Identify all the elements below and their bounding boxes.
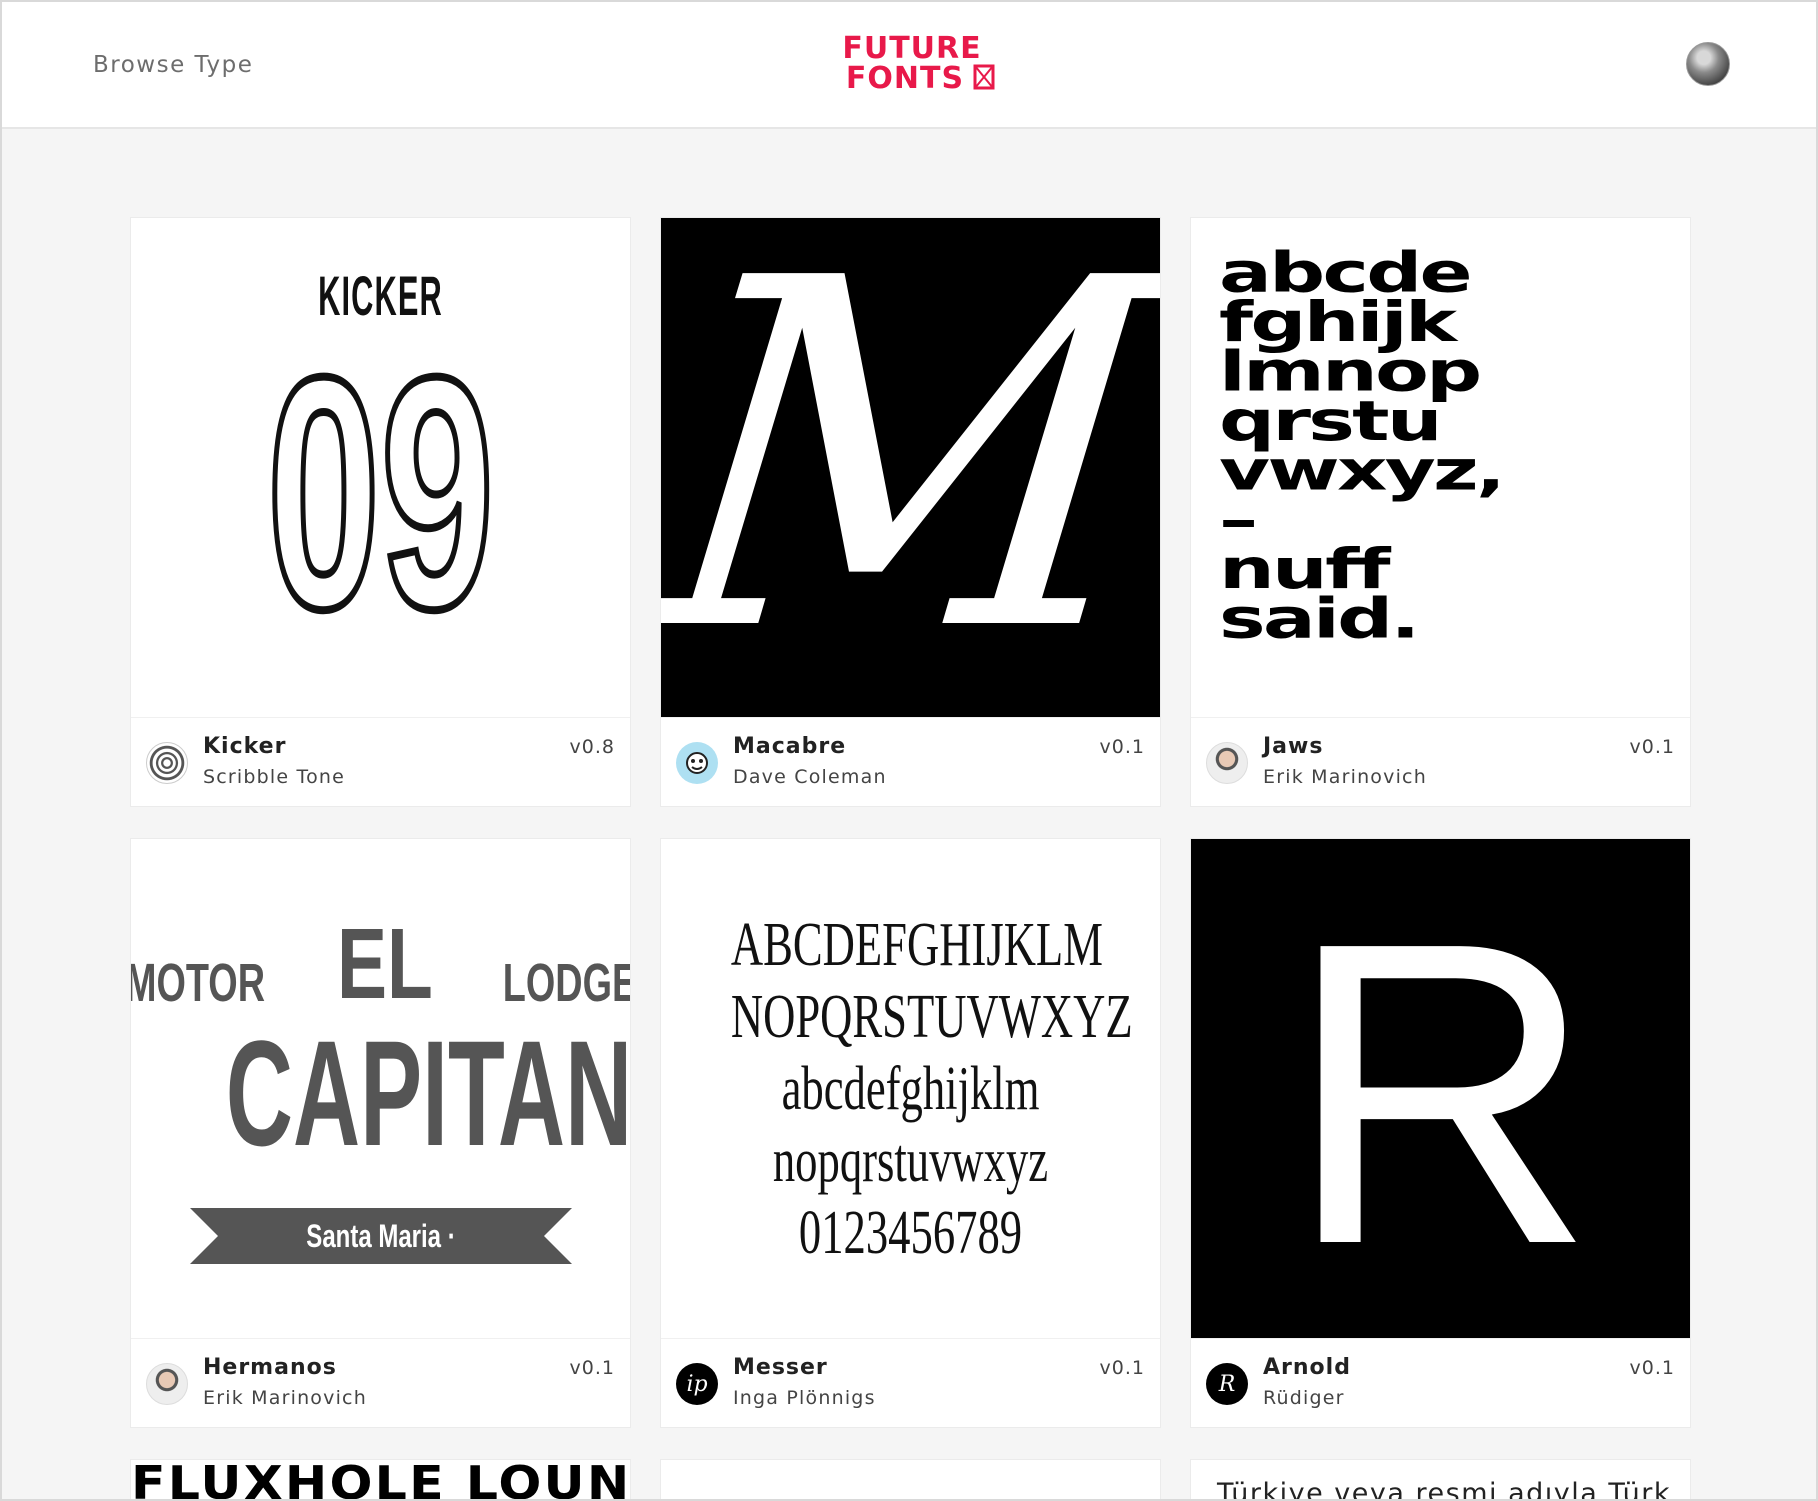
font-name: Kicker [203, 734, 287, 759]
font-preview: FLUXHOLE LOUNGE [131, 1460, 630, 1501]
font-preview: M [661, 218, 1160, 717]
version-label: v0.1 [1099, 1357, 1145, 1379]
author-avatar [676, 742, 718, 784]
font-grid: KICKER 09 Kicker Scribble Tone v0.8 M Ma… [130, 217, 1691, 1501]
font-name: Jaws [1263, 734, 1324, 759]
preview-word-lodge: LODGE [503, 952, 630, 1013]
author-name: Erik Marinovich [1263, 766, 1427, 788]
font-preview [661, 1460, 1160, 1499]
font-preview: abcde fghijk lmnop qrstu vwxyz, – nuff s… [1191, 218, 1690, 717]
preview-glyphs: FLUXHOLE LOUNGE [131, 1460, 630, 1501]
font-preview: Türkiye veya resmi adıyla Türk [1191, 1460, 1690, 1501]
font-name: Arnold [1263, 1355, 1351, 1380]
card-meta: Kicker Scribble Tone v0.8 [131, 717, 630, 806]
font-card-arnold[interactable]: R R Arnold Rüdiger v0.1 [1190, 838, 1691, 1428]
smiley-icon [686, 752, 708, 774]
preview-line: abcdefghijklm [781, 1054, 1040, 1123]
preview-line: ABCDEFGHIJKLM [730, 910, 1103, 979]
author-name: Inga Plönnigs [733, 1387, 876, 1409]
ribbon-text: Santa Maria · California [305, 1217, 456, 1310]
preview-ribbon: Santa Maria · California [189, 1207, 572, 1310]
future-fonts-logo[interactable]: FUTURE FONTS [827, 30, 997, 92]
author-avatar: ip [676, 1363, 718, 1405]
preview-glyphs: Türkiye veya resmi adıyla Türk [1217, 1478, 1672, 1501]
font-preview: KICKER 09 [131, 218, 630, 717]
card-meta: R Arnold Rüdiger v0.1 [1191, 1338, 1690, 1427]
preview-glyphs: ABCDEFGHIJKLM NOPQRSTUVWXYZ abcdefghijkl… [661, 909, 1160, 1269]
author-avatar [1206, 742, 1248, 784]
font-name: Macabre [733, 734, 847, 759]
author-name: Erik Marinovich [203, 1387, 367, 1409]
author-name: Rüdiger [1263, 1387, 1345, 1409]
version-label: v0.8 [569, 736, 615, 758]
font-card-partial[interactable]: FLUXHOLE LOUNGE [130, 1459, 631, 1501]
card-meta: Macabre Dave Coleman v0.1 [661, 717, 1160, 806]
font-card-jaws[interactable]: abcde fghijk lmnop qrstu vwxyz, – nuff s… [1190, 217, 1691, 807]
font-card-partial[interactable]: Türkiye veya resmi adıyla Türk [1190, 1459, 1691, 1501]
preview-glyphs: 09 [264, 308, 497, 677]
author-avatar: R [1206, 1363, 1248, 1405]
preview-glyphs: MOTOR EL LODGE CAPITAN Santa Maria · Cal… [131, 907, 630, 1310]
author-avatar [146, 742, 188, 784]
preview-line: NOPQRSTUVWXYZ [730, 982, 1133, 1051]
author-name: Scribble Tone [203, 766, 346, 788]
preview-glyphs: R [1285, 853, 1596, 1334]
font-card-partial[interactable] [660, 1459, 1161, 1499]
browse-type-link[interactable]: Browse Type [93, 52, 253, 78]
preview-word-motor: MOTOR [131, 952, 265, 1013]
preview-glyphs: abcde fghijk lmnop qrstu vwxyz, – nuff s… [1219, 240, 1506, 651]
version-label: v0.1 [1629, 1357, 1675, 1379]
preview-word-el: EL [336, 907, 433, 1020]
font-preview: R [1191, 839, 1690, 1338]
font-card-hermanos[interactable]: MOTOR EL LODGE CAPITAN Santa Maria · Cal… [130, 838, 631, 1428]
preview-word-capitan: CAPITAN [225, 1008, 630, 1177]
author-avatar [146, 1363, 188, 1405]
version-label: v0.1 [1099, 736, 1145, 758]
user-avatar[interactable] [1686, 42, 1730, 86]
card-meta: Hermanos Erik Marinovich v0.1 [131, 1338, 630, 1427]
font-preview: MOTOR EL LODGE CAPITAN Santa Maria · Cal… [131, 839, 630, 1338]
font-card-macabre[interactable]: M Macabre Dave Coleman v0.1 [660, 217, 1161, 807]
site-header: Browse Type FUTURE FONTS [2, 2, 1816, 129]
author-name: Dave Coleman [733, 766, 887, 788]
preview-line: 0123456789 [798, 1198, 1023, 1267]
font-card-kicker[interactable]: KICKER 09 Kicker Scribble Tone v0.8 [130, 217, 631, 807]
font-card-messer[interactable]: ABCDEFGHIJKLM NOPQRSTUVWXYZ abcdefghijkl… [660, 838, 1161, 1428]
preview-line: nopqrstuvwxyz [772, 1126, 1049, 1195]
preview-glyphs: M [661, 218, 1160, 717]
browser-frame: Browse Type FUTURE FONTS KICKER 09 Kicke… [0, 0, 1818, 1501]
version-label: v0.1 [1629, 736, 1675, 758]
card-meta: Jaws Erik Marinovich v0.1 [1191, 717, 1690, 806]
logo-line-2: FONTS [846, 61, 964, 92]
font-name: Messer [733, 1355, 828, 1380]
font-name: Hermanos [203, 1355, 337, 1380]
version-label: v0.1 [569, 1357, 615, 1379]
font-preview: ABCDEFGHIJKLM NOPQRSTUVWXYZ abcdefghijkl… [661, 839, 1160, 1338]
card-meta: ip Messer Inga Plönnigs v0.1 [661, 1338, 1160, 1427]
